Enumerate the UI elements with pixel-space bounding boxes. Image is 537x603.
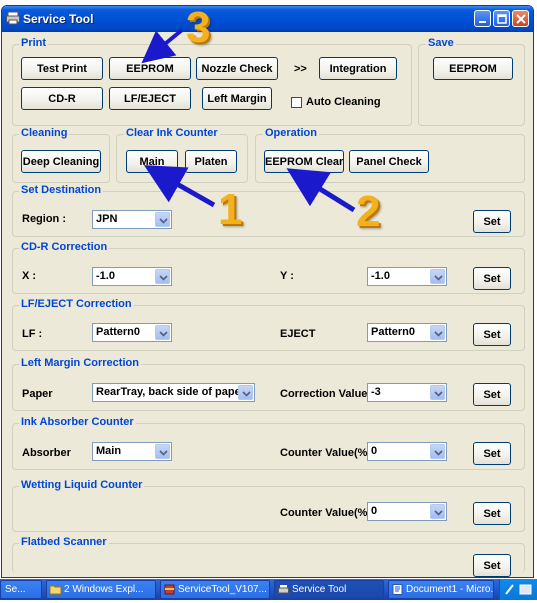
annotation-arrows [141, 28, 356, 213]
annotation-number-1: 1 [218, 185, 243, 234]
pen-icon [505, 584, 514, 595]
taskbar-item-4[interactable]: Document1 - Micro... [388, 580, 494, 599]
taskbar-item-label: ServiceTool_V107... [178, 584, 267, 595]
word-document-icon [392, 584, 403, 595]
arrow-1-to-main [143, 165, 216, 208]
taskbar-item-1[interactable]: 2 Windows Expl... [46, 580, 156, 599]
printer-app-icon [278, 585, 289, 594]
taskbar-item-0[interactable]: Se... [0, 580, 42, 599]
taskbar-item-label: Se... [5, 584, 26, 595]
folder-icon [50, 585, 61, 595]
taskbar-item-2[interactable]: ServiceTool_V107... [160, 580, 270, 599]
annotation-number-2: 2 [356, 187, 381, 236]
taskbar-item-label: Document1 - Micro... [406, 584, 494, 595]
network-icon [519, 584, 532, 595]
annotation-number-3: 3 [186, 3, 211, 52]
arrow-2-to-eeprom-clear [286, 168, 356, 213]
system-tray [499, 579, 537, 600]
arrow-3-to-eeprom [141, 28, 184, 64]
taskbar-item-3[interactable]: Service Tool [274, 580, 384, 599]
archive-icon [164, 584, 175, 595]
taskbar-item-label: Service Tool [292, 584, 347, 595]
tray-icons [505, 584, 532, 595]
taskbar: Se... 2 Windows Expl... ServiceTool_V107… [0, 579, 537, 600]
taskbar-item-label: 2 Windows Expl... [64, 584, 144, 595]
